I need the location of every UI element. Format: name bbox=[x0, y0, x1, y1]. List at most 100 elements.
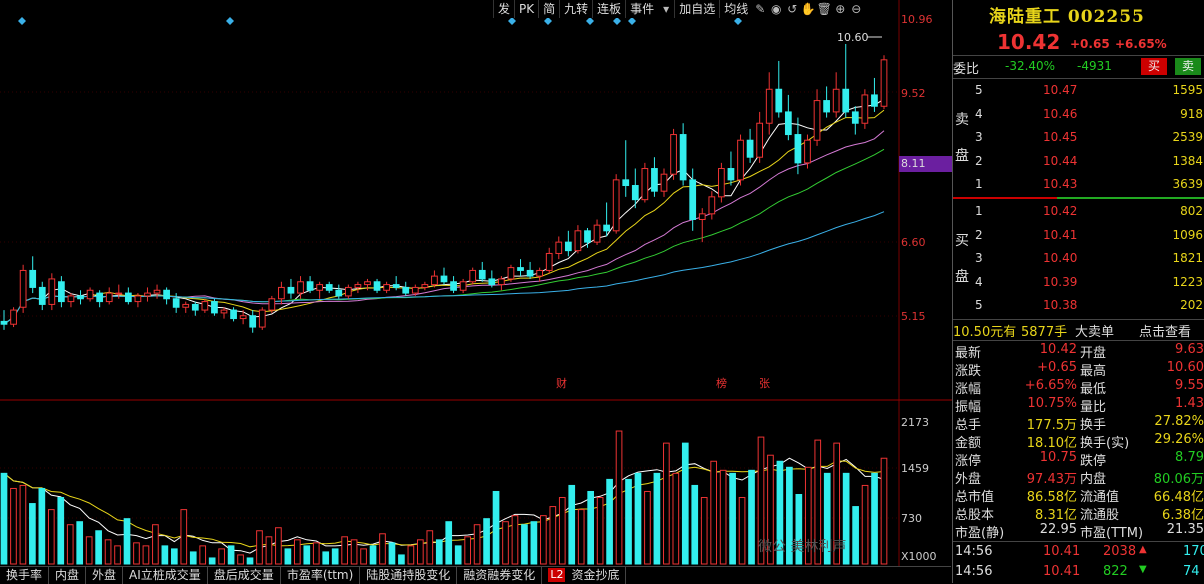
bid-price: 10.38 bbox=[1043, 298, 1078, 312]
divider bbox=[953, 319, 1204, 320]
bid-row[interactable]: 5 10.38 202 bbox=[953, 294, 1204, 318]
ask-bid-bar-green bbox=[1057, 197, 1204, 199]
event-marker-bang[interactable]: 榜 bbox=[716, 376, 727, 390]
big-order-row[interactable]: 10.50元有 5877手 大卖单 点击查看 bbox=[953, 321, 1204, 340]
ask-row[interactable]: 5 10.47 1595 bbox=[953, 79, 1204, 103]
ask-row[interactable]: 2 10.44 1384 bbox=[953, 150, 1204, 174]
stat-label: 流通股 bbox=[1080, 508, 1120, 523]
candle-body bbox=[670, 134, 677, 175]
big-order-qty: 5877手 bbox=[1021, 325, 1068, 340]
bid-price: 10.40 bbox=[1043, 251, 1078, 265]
volume-bar bbox=[341, 536, 348, 565]
delete-icon[interactable]: 🗑 bbox=[816, 0, 832, 18]
volume-bar bbox=[473, 524, 481, 565]
big-order-link[interactable]: 点击查看 bbox=[1139, 321, 1191, 340]
zoom-in-icon[interactable]: ⊕ bbox=[832, 0, 848, 18]
bid-row[interactable]: 2 10.41 1096 bbox=[953, 224, 1204, 248]
bid-row[interactable]: 3 10.40 1821 bbox=[953, 247, 1204, 271]
bid-row[interactable]: 4 10.39 1223 bbox=[953, 271, 1204, 295]
sell-button[interactable]: 卖 bbox=[1175, 58, 1201, 75]
candle-body bbox=[124, 292, 132, 303]
weicha-value: -4931 bbox=[1077, 59, 1112, 73]
stat-label: 涨停 bbox=[955, 454, 982, 469]
toolbar-jian-button[interactable]: 简 bbox=[538, 0, 559, 18]
ask-volume: 2539 bbox=[1172, 130, 1203, 144]
ma-settings-button[interactable]: 均线 bbox=[719, 0, 752, 18]
ask-row[interactable]: 1 10.43 3639 bbox=[953, 173, 1204, 197]
volume-bar bbox=[521, 524, 528, 565]
toolbar-fa-button[interactable]: 发 bbox=[493, 0, 514, 18]
stat-value: 97.43万 bbox=[1026, 472, 1077, 487]
candle-body bbox=[593, 224, 601, 243]
divider bbox=[953, 340, 1204, 341]
eye-icon[interactable]: ◉ bbox=[768, 0, 784, 18]
ask-level: 4 bbox=[975, 106, 983, 121]
toolbar-jiuzhuan-button[interactable]: 九转 bbox=[559, 0, 592, 18]
zoom-out-icon[interactable]: ⊖ bbox=[848, 0, 864, 18]
volume-bar bbox=[729, 472, 736, 565]
event-marker-cai[interactable]: 财 bbox=[556, 376, 567, 390]
volume-bar bbox=[133, 542, 140, 565]
candle-body bbox=[631, 185, 639, 201]
tab-ai-volume[interactable]: AI立桩成交量 bbox=[123, 567, 208, 584]
stat-label: 外盘 bbox=[955, 472, 982, 487]
l2-badge: L2 bbox=[548, 568, 566, 582]
tab-turnover[interactable]: 换手率 bbox=[0, 567, 50, 584]
volume-bars bbox=[0, 430, 888, 565]
candle-body bbox=[392, 284, 400, 288]
candle-body bbox=[871, 94, 878, 107]
ask-row[interactable]: 3 10.45 2539 bbox=[953, 126, 1204, 150]
candle-body bbox=[325, 284, 333, 291]
add-watchlist-button[interactable]: 加自选 bbox=[674, 0, 719, 18]
bid-volume: 202 bbox=[1180, 298, 1203, 312]
kline-chart[interactable]: 10.60 财 榜 张 微公 美林利声 bbox=[0, 0, 952, 566]
hand-icon[interactable]: ✋ bbox=[800, 0, 816, 18]
ask-level: 5 bbox=[975, 83, 983, 97]
toolbar-shijian-button[interactable]: 事件 bbox=[625, 0, 658, 18]
stat-value: 27.82% bbox=[1154, 414, 1204, 429]
candle-body bbox=[679, 134, 687, 181]
event-diamonds bbox=[18, 17, 742, 25]
volume-bar bbox=[587, 490, 595, 565]
candle-body bbox=[77, 295, 84, 300]
candle-body bbox=[440, 275, 448, 283]
event-diamond-icon bbox=[544, 17, 552, 25]
candle-body bbox=[373, 281, 381, 291]
event-marker-zhang[interactable]: 张 bbox=[759, 377, 770, 390]
tab-after-hours-volume[interactable]: 盘后成交量 bbox=[208, 567, 281, 584]
pen-icon[interactable]: ✎ bbox=[752, 0, 768, 18]
price-tick: 5.15 bbox=[901, 310, 926, 323]
tab-hk-connect[interactable]: 陆股通持股变化 bbox=[360, 567, 458, 584]
volume-bar bbox=[29, 503, 36, 565]
toolbar-pk-button[interactable]: PK bbox=[514, 0, 538, 18]
stat-value: +0.65 bbox=[1037, 360, 1077, 375]
stat-label: 涨幅 bbox=[955, 382, 982, 397]
tab-inner[interactable]: 内盘 bbox=[49, 567, 87, 584]
event-diamond-icon bbox=[586, 17, 594, 25]
bid-volume: 1223 bbox=[1172, 274, 1203, 289]
ask-price: 10.47 bbox=[1043, 83, 1078, 97]
candle-body bbox=[698, 213, 706, 220]
tab-margin[interactable]: 融资融券变化 bbox=[457, 567, 543, 584]
buy-button[interactable]: 买 bbox=[1141, 58, 1167, 75]
toolbar-lianban-button[interactable]: 连板 bbox=[592, 0, 625, 18]
volume-bar bbox=[0, 472, 8, 565]
candle-body bbox=[201, 301, 209, 311]
tab-bottom-fishing[interactable]: 资金抄底 bbox=[565, 567, 627, 584]
stat-value: 22.95 bbox=[1039, 522, 1077, 537]
candle-body bbox=[851, 111, 859, 124]
tab-outer[interactable]: 外盘 bbox=[86, 567, 124, 584]
undo-icon[interactable]: ↺ bbox=[784, 0, 800, 18]
tab-pe-ttm[interactable]: 市盈率(ttm) bbox=[281, 567, 361, 584]
volume-bar bbox=[388, 542, 396, 565]
stat-value: 10.75 bbox=[1039, 450, 1077, 465]
volume-bar bbox=[152, 524, 159, 565]
dropdown-icon[interactable]: ▾ bbox=[658, 0, 674, 18]
ask-row[interactable]: 4 10.46 918 bbox=[953, 103, 1204, 127]
volume-bar bbox=[19, 484, 27, 565]
bid-row[interactable]: 1 10.42 802 bbox=[953, 200, 1204, 224]
candle-body bbox=[517, 267, 524, 271]
weibi-label: 委比 bbox=[953, 62, 980, 77]
candle-body bbox=[239, 315, 247, 320]
candle-body bbox=[498, 278, 505, 286]
